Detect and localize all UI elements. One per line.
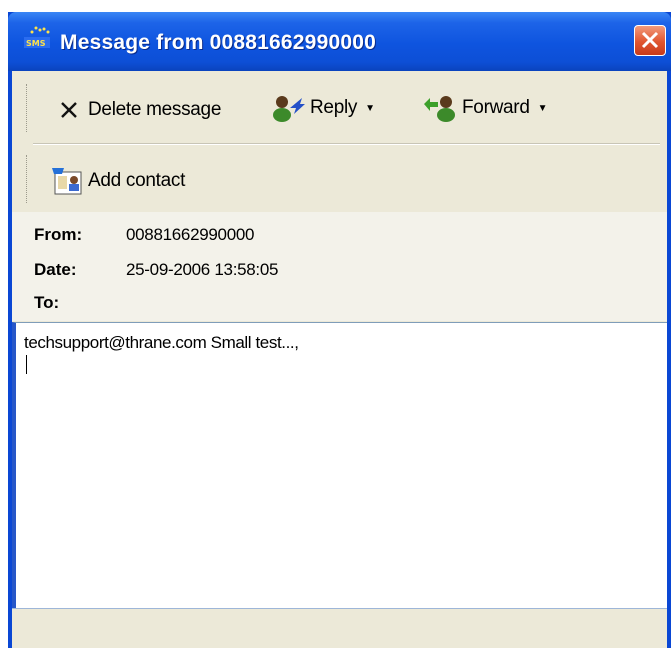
forward-dropdown-icon[interactable]: ▼: [538, 103, 548, 114]
svg-text:SMS: SMS: [26, 39, 46, 48]
window-client: Delete message Reply ▼ Forward ▼ Add con…: [12, 71, 667, 648]
reply-button[interactable]: Reply ▼: [270, 95, 375, 122]
message-text: techsupport@thrane.com Small test...,: [24, 333, 299, 352]
reply-label: Reply: [310, 97, 358, 118]
window-title: Message from 00881662990000: [60, 31, 376, 54]
delete-icon: [56, 97, 82, 123]
delete-message-label: Delete message: [88, 99, 222, 120]
delete-message-button[interactable]: Delete message: [56, 97, 221, 123]
status-bar: [12, 608, 667, 648]
toolbar-grip-2[interactable]: [26, 155, 29, 203]
text-caret: [26, 355, 27, 374]
date-value: 25-09-2006 13:58:05: [126, 260, 279, 279]
message-window: SMS Message from 00881662990000 Delete m…: [8, 12, 671, 648]
forward-label: Forward: [462, 97, 530, 118]
sms-icon: SMS: [24, 26, 50, 48]
from-label: From:: [34, 225, 83, 244]
forward-icon: [422, 95, 458, 122]
to-label: To:: [34, 293, 60, 312]
close-icon: [641, 31, 659, 49]
message-header: From: 00881662990000 Date: 25-09-2006 13…: [12, 212, 667, 321]
date-label: Date:: [34, 260, 77, 279]
forward-button[interactable]: Forward ▼: [422, 95, 548, 122]
message-body[interactable]: techsupport@thrane.com Small test...,: [12, 322, 667, 608]
toolbar: Delete message Reply ▼ Forward ▼ Add con…: [12, 71, 667, 212]
reply-dropdown-icon[interactable]: ▼: [365, 103, 375, 114]
add-contact-button[interactable]: Add contact: [50, 166, 185, 196]
from-value: 00881662990000: [126, 225, 255, 244]
toolbar-separator: [33, 143, 660, 145]
title-bar[interactable]: SMS Message from 00881662990000: [8, 12, 671, 71]
add-contact-label: Add contact: [88, 170, 186, 191]
reply-icon: [270, 95, 306, 122]
toolbar-grip[interactable]: [26, 84, 29, 132]
add-contact-icon: [50, 166, 84, 196]
close-button[interactable]: [634, 25, 666, 56]
